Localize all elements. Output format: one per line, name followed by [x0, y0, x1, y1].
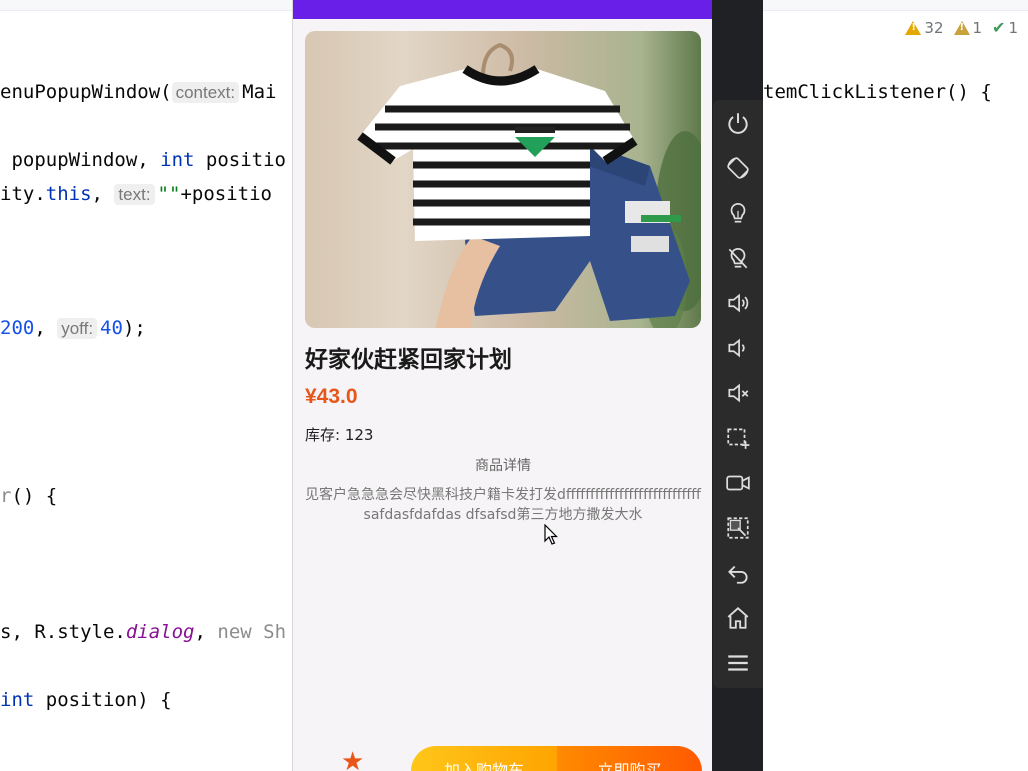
code-line[interactable]: enuPopupWindow(context: Mai: [0, 81, 276, 103]
volume-down-button[interactable]: [713, 325, 763, 370]
param-hint: yoff:: [57, 318, 98, 339]
screenshot-button[interactable]: [713, 415, 763, 460]
mute-button[interactable]: [713, 370, 763, 415]
screenshot-icon: [727, 427, 750, 449]
volume-down-icon: [728, 338, 745, 357]
screen-region-icon: [727, 516, 749, 539]
check-icon: ✔: [992, 18, 1006, 37]
power-button[interactable]: [713, 100, 763, 145]
warnings-count[interactable]: 32: [905, 19, 944, 37]
buy-now-button[interactable]: 立即购买: [557, 746, 702, 771]
product-photo: [357, 42, 701, 328]
favorite-star-icon[interactable]: ★: [341, 746, 364, 771]
product-title: 好家伙赶紧回家计划: [305, 347, 512, 373]
emulator-screen[interactable]: 好家伙赶紧回家计划 ¥43.0 库存: 123 商品详情 见客户急急急会尽快黑科…: [292, 0, 713, 771]
status-bar: [293, 0, 713, 19]
param-hint: context:: [171, 82, 240, 103]
home-icon: [727, 606, 749, 629]
volume-mute-icon: [728, 383, 749, 402]
menu-button[interactable]: [713, 640, 763, 685]
warning-icon: [905, 20, 922, 35]
menu-icon: [728, 654, 748, 671]
bulb-icon: [730, 202, 746, 223]
home-button[interactable]: [713, 595, 763, 640]
stock-count: 库存: 123: [305, 426, 374, 444]
code-line[interactable]: int position) {: [0, 689, 172, 711]
bulb-off-button[interactable]: [713, 235, 763, 280]
product-image[interactable]: [305, 31, 701, 328]
weak-warnings-count[interactable]: 1: [953, 19, 982, 37]
record-button[interactable]: [713, 460, 763, 505]
emulator-toolbar: [713, 100, 763, 688]
add-to-cart-button[interactable]: 加入购物车: [411, 746, 557, 771]
back-icon: [728, 565, 748, 584]
rotate-button[interactable]: [713, 145, 763, 190]
inspection-widget[interactable]: 32 1 ✔1: [905, 18, 1018, 37]
back-button[interactable]: [713, 550, 763, 595]
code-line[interactable]: temClickListener() {: [763, 81, 992, 103]
weak-warning-icon: [953, 20, 970, 35]
code-line[interactable]: popupWindow, int positio: [0, 149, 286, 171]
details-heading: 商品详情: [475, 458, 531, 474]
product-price: ¥43.0: [305, 385, 358, 408]
bulb-button[interactable]: [713, 190, 763, 235]
bulb-off-icon: [728, 247, 748, 268]
param-hint: text:: [114, 184, 155, 205]
details-text: 见客户急急急会尽快黑科技户籍卡发打发dfffffffffffffffffffff…: [305, 487, 701, 523]
rotate-icon: [727, 156, 749, 179]
screen-region-button[interactable]: [713, 505, 763, 550]
power-icon: [728, 112, 748, 134]
code-line[interactable]: ity.this, text: ""+positio: [0, 183, 272, 205]
code-line[interactable]: r() {: [0, 485, 57, 507]
mouse-cursor-icon: [544, 524, 558, 545]
volume-up-icon: [728, 293, 749, 312]
volume-up-button[interactable]: [713, 280, 763, 325]
camera-record-icon: [726, 475, 750, 490]
ok-count[interactable]: ✔ 1: [992, 18, 1018, 37]
code-line[interactable]: 200, yoff: 40);: [0, 317, 146, 339]
code-line[interactable]: s, R.style.dialog, new Sh: [0, 621, 286, 643]
